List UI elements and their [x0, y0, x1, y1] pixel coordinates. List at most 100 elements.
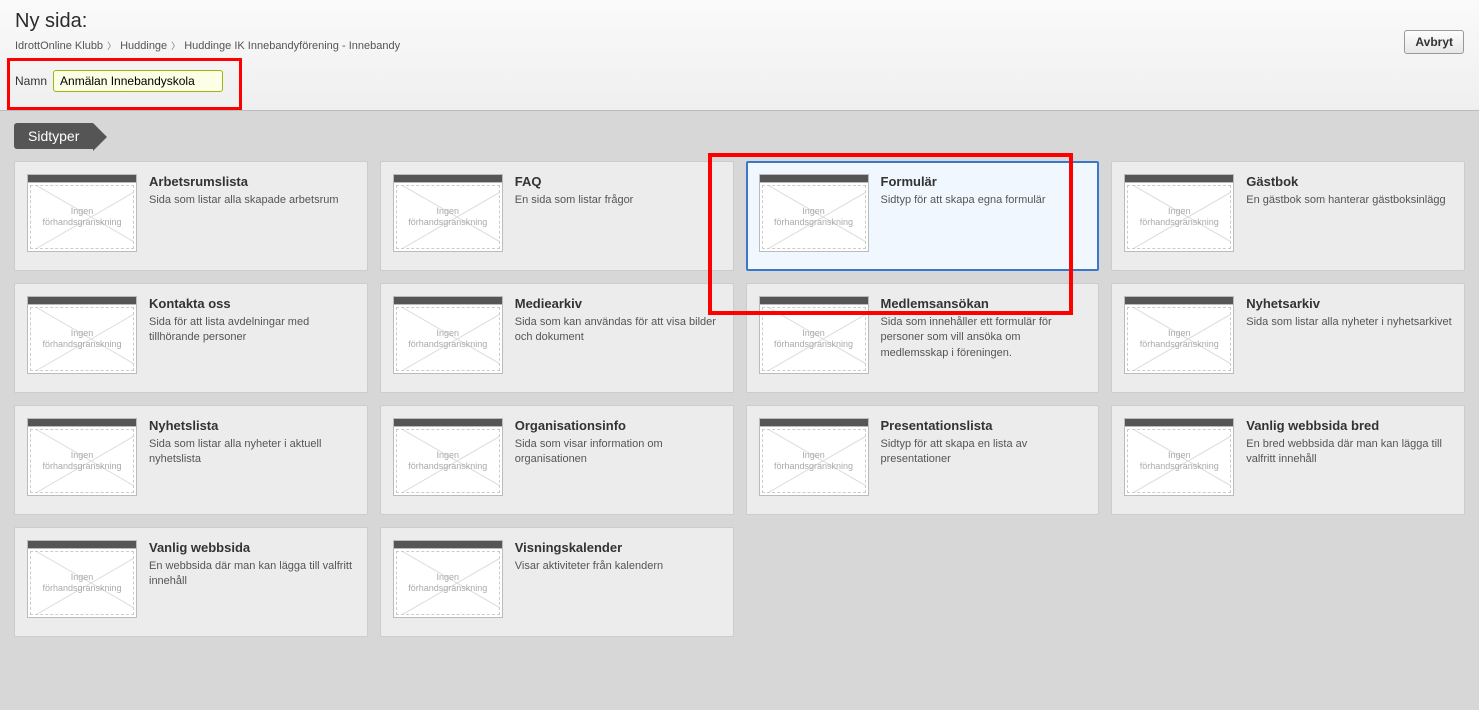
card-title: Gästbok: [1246, 174, 1452, 189]
card-title: Vanlig webbsida bred: [1246, 418, 1452, 433]
thumb-label: förhandsgranskning: [1140, 461, 1219, 472]
breadcrumb-separator: [167, 40, 184, 52]
card-description: Sidtyp för att skapa en lista av present…: [881, 437, 1087, 468]
card-description: En sida som listar frågor: [515, 193, 721, 208]
card-description: En webbsida där man kan lägga till valfr…: [149, 559, 355, 590]
thumb-label: förhandsgranskning: [1140, 339, 1219, 350]
card-title: Visningskalender: [515, 540, 721, 555]
section-label-sidtyper: Sidtyper: [14, 123, 93, 149]
thumb-label: Ingen: [802, 450, 825, 461]
card-text: Organisationsinfo Sida som visar informat…: [515, 418, 721, 502]
card-text: Vanlig webbsida bred En bred webbsida där…: [1246, 418, 1452, 502]
page-type-card[interactable]: Ingenförhandsgranskning Vanlig webbsida En…: [14, 527, 368, 637]
card-text: Mediearkiv Sida som kan användas för att …: [515, 296, 721, 380]
page-type-card[interactable]: IngenförhandsgranskningArbetsrumslistaSi…: [14, 161, 368, 271]
card-title: Presentationslista: [881, 418, 1087, 433]
breadcrumb-separator: [103, 40, 120, 52]
page-type-card[interactable]: Ingenförhandsgranskning Gästbok En gästbok…: [1111, 161, 1465, 271]
page-type-card[interactable]: Ingenförhandsgranskning Nyhetsarkiv Sida s…: [1111, 283, 1465, 393]
card-text: FAQ En sida som listar frågor: [515, 174, 721, 258]
card-description: Sida för att lista avdelningar med tillh…: [149, 315, 355, 346]
page-type-card[interactable]: Ingenförhandsgranskning FAQ En sida som li…: [380, 161, 734, 271]
card-description: Sida som kan användas för att visa bilde…: [515, 315, 721, 346]
page-type-card[interactable]: IngenförhandsgranskningVisningskalenderV…: [380, 527, 734, 637]
thumb-label: förhandsgranskning: [408, 339, 487, 350]
card-text: Presentationslista Sidtyp för att skapa e…: [881, 418, 1087, 502]
thumb-label: Ingen: [802, 206, 825, 217]
thumb-label: förhandsgranskning: [42, 583, 121, 594]
card-thumbnail: Ingenförhandsgranskning: [393, 174, 503, 258]
card-title: FAQ: [515, 174, 721, 189]
card-text: VisningskalenderVisar aktiviteter från k…: [515, 540, 721, 624]
cancel-button[interactable]: Avbryt: [1404, 30, 1464, 54]
card-title: Medlemsansökan: [881, 296, 1087, 311]
header-panel: Ny sida: IdrottOnline Klubb Huddinge Huddi…: [0, 0, 1479, 111]
name-input[interactable]: [53, 70, 223, 92]
card-title: Vanlig webbsida: [149, 540, 355, 555]
card-title: Mediearkiv: [515, 296, 721, 311]
card-thumbnail: Ingenförhandsgranskning: [1124, 296, 1234, 380]
page-type-card[interactable]: IngenförhandsgranskningMedlemsansökanSid…: [746, 283, 1100, 393]
thumb-label: Ingen: [436, 450, 459, 461]
content-area: Sidtyper IngenförhandsgranskningArbetsru…: [0, 111, 1479, 649]
thumb-label: förhandsgranskning: [408, 583, 487, 594]
thumb-label: förhandsgranskning: [774, 217, 853, 228]
thumb-label: Ingen: [71, 328, 94, 339]
thumb-label: förhandsgranskning: [42, 217, 121, 228]
thumb-label: Ingen: [436, 328, 459, 339]
thumb-label: Ingen: [71, 450, 94, 461]
card-thumbnail: Ingenförhandsgranskning: [27, 540, 137, 624]
card-text: Vanlig webbsida En webbsida där man kan l…: [149, 540, 355, 624]
page-type-card[interactable]: IngenförhandsgranskningVanlig webbsida b…: [1111, 405, 1465, 515]
name-row: Namn: [15, 70, 1464, 92]
card-text: NyhetslistaSida som listar alla nyheter …: [149, 418, 355, 502]
thumb-label: förhandsgranskning: [1140, 217, 1219, 228]
card-description: Sida som listar alla skapade arbetsrum: [149, 193, 355, 208]
page-type-card[interactable]: IngenförhandsgranskningFormulärSidtyp fö…: [746, 161, 1100, 271]
breadcrumb-item[interactable]: IdrottOnline Klubb: [15, 40, 103, 52]
thumb-label: förhandsgranskning: [42, 461, 121, 472]
card-title: Kontakta oss: [149, 296, 355, 311]
page-type-card[interactable]: IngenförhandsgranskningOrganisationsinfo…: [380, 405, 734, 515]
card-thumbnail: Ingenförhandsgranskning: [27, 174, 137, 258]
card-description: Sida som visar information om organisati…: [515, 437, 721, 468]
card-thumbnail: Ingenförhandsgranskning: [759, 174, 869, 258]
card-title: Nyhetsarkiv: [1246, 296, 1452, 311]
card-thumbnail: Ingenförhandsgranskning: [27, 418, 137, 502]
card-thumbnail: Ingenförhandsgranskning: [759, 418, 869, 502]
thumb-label: Ingen: [1168, 450, 1191, 461]
breadcrumb-item[interactable]: Huddinge IK Innebandyförening - Inneband…: [184, 40, 400, 52]
card-thumbnail: Ingenförhandsgranskning: [393, 296, 503, 380]
card-text: Kontakta oss Sida för att lista avdelning…: [149, 296, 355, 380]
card-thumbnail: Ingenförhandsgranskning: [1124, 418, 1234, 502]
card-text: Gästbok En gästbok som hanterar gästboksi…: [1246, 174, 1452, 258]
page-type-card[interactable]: IngenförhandsgranskningPresentationslist…: [746, 405, 1100, 515]
page-type-card[interactable]: Ingenförhandsgranskning Kontakta oss Sida …: [14, 283, 368, 393]
thumb-label: Ingen: [802, 328, 825, 339]
thumb-label: Ingen: [71, 206, 94, 217]
card-thumbnail: Ingenförhandsgranskning: [759, 296, 869, 380]
card-text: MedlemsansökanSida som innehåller ett fo…: [881, 296, 1087, 380]
page-title: Ny sida:: [15, 10, 1464, 33]
card-title: Formulär: [881, 174, 1087, 189]
breadcrumb-item[interactable]: Huddinge: [120, 40, 167, 52]
card-thumbnail: Ingenförhandsgranskning: [27, 296, 137, 380]
card-thumbnail: Ingenförhandsgranskning: [393, 540, 503, 624]
page-type-card[interactable]: Ingenförhandsgranskning Mediearkiv Sida so…: [380, 283, 734, 393]
card-description: En bred webbsida där man kan lägga till …: [1246, 437, 1452, 468]
page-type-grid: IngenförhandsgranskningArbetsrumslistaSi…: [14, 161, 1465, 637]
card-description: En gästbok som hanterar gästboksinlägg: [1246, 193, 1452, 208]
thumb-label: Ingen: [71, 572, 94, 583]
card-description: Sida som listar alla nyheter i nyhetsark…: [1246, 315, 1452, 330]
thumb-label: Ingen: [1168, 328, 1191, 339]
card-title: Organisationsinfo: [515, 418, 721, 433]
thumb-label: Ingen: [436, 206, 459, 217]
breadcrumb: IdrottOnline Klubb Huddinge Huddinge IK In…: [15, 39, 1464, 52]
card-description: Sida som listar alla nyheter i aktuell n…: [149, 437, 355, 468]
thumb-label: förhandsgranskning: [408, 217, 487, 228]
card-thumbnail: Ingenförhandsgranskning: [393, 418, 503, 502]
card-thumbnail: Ingenförhandsgranskning: [1124, 174, 1234, 258]
card-text: ArbetsrumslistaSida som listar alla skap…: [149, 174, 355, 258]
page-type-card[interactable]: IngenförhandsgranskningNyhetslistaSida s…: [14, 405, 368, 515]
thumb-label: Ingen: [1168, 206, 1191, 217]
